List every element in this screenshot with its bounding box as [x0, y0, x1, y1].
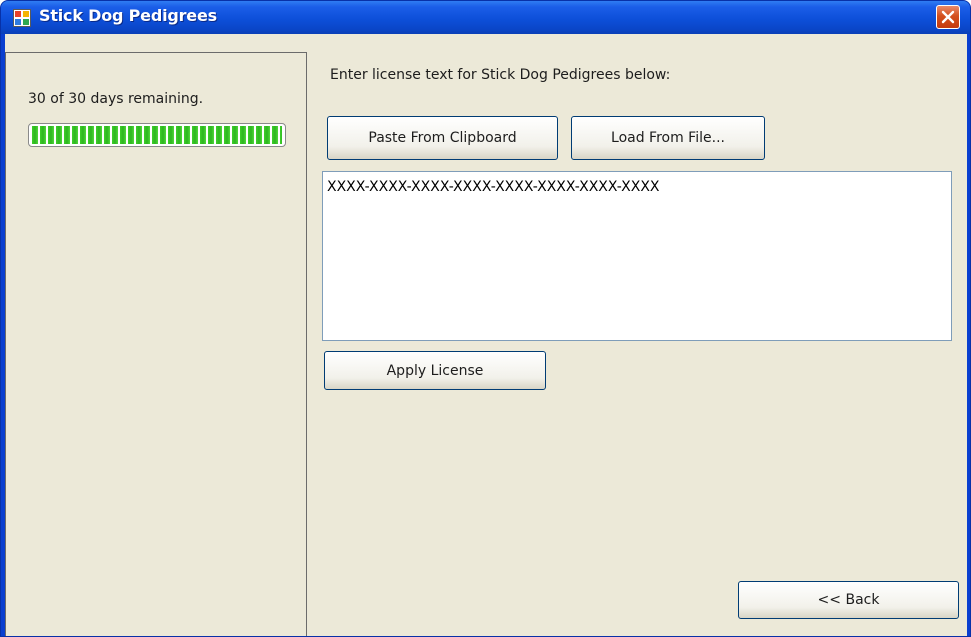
- trial-progress-bar: [28, 123, 286, 147]
- close-button[interactable]: [936, 5, 960, 29]
- paste-from-clipboard-button[interactable]: Paste From Clipboard: [327, 116, 558, 160]
- days-remaining-text: 30 of 30 days remaining.: [28, 91, 204, 107]
- load-from-file-button[interactable]: Load From File...: [571, 116, 765, 160]
- license-text-input[interactable]: XXXX-XXXX-XXXX-XXXX-XXXX-XXXX-XXXX-XXXX: [322, 171, 952, 341]
- progress-track: [32, 126, 282, 144]
- license-dialog-window: Stick Dog Pedigrees 30 of 30 days remain…: [0, 0, 971, 637]
- progress-fill: [32, 126, 282, 144]
- back-button[interactable]: << Back: [738, 581, 959, 619]
- app-window-icon: [13, 9, 31, 27]
- window-title: Stick Dog Pedigrees: [39, 6, 217, 25]
- close-icon: [941, 10, 955, 24]
- title-bar[interactable]: Stick Dog Pedigrees: [1, 1, 970, 34]
- license-instruction: Enter license text for Stick Dog Pedigre…: [330, 67, 671, 83]
- apply-license-button[interactable]: Apply License: [324, 351, 546, 390]
